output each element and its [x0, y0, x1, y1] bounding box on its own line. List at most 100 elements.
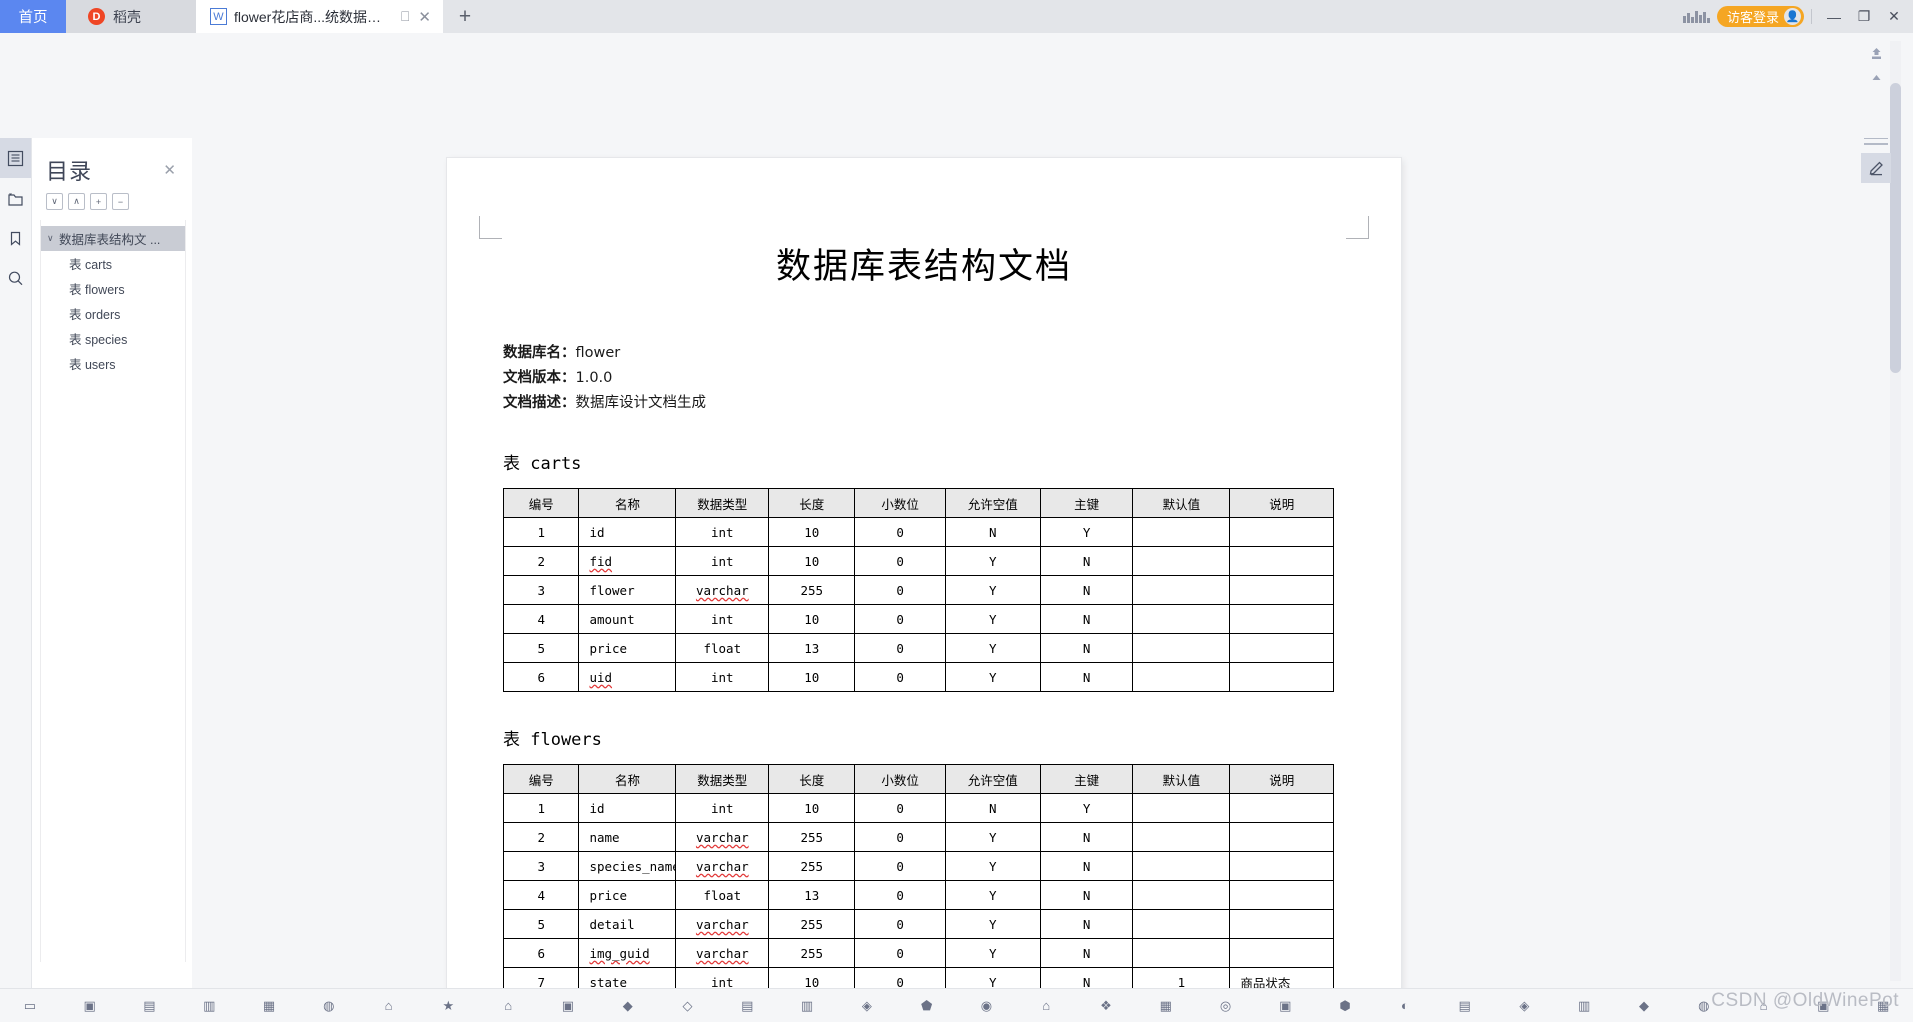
scrollbar-thumb[interactable]: [1890, 83, 1901, 373]
table-cell-no: 7: [502, 967, 580, 988]
table-header-row: 编号 名称 数据类型 长度 小数位 允许空值 主键 默认值 说明: [502, 764, 1334, 794]
search-icon-button[interactable]: [0, 258, 31, 298]
tab-home[interactable]: 首页: [0, 0, 66, 33]
highlighter-pen-button[interactable]: [1861, 152, 1891, 183]
bottom-toolbar-icon[interactable]: ◍: [299, 989, 359, 1022]
bottom-toolbar-icon[interactable]: ▤: [717, 989, 777, 1022]
table-cell-len: 255: [768, 575, 856, 605]
chevron-down-icon[interactable]: ∨: [47, 233, 56, 244]
cell-text: 5: [537, 916, 545, 932]
toc-item[interactable]: 表 carts: [41, 251, 185, 276]
bottom-toolbar-icon[interactable]: ▥: [179, 989, 239, 1022]
expand-all-button[interactable]: +: [90, 193, 107, 210]
bottom-toolbar-icon[interactable]: ▤: [120, 989, 180, 1022]
bookmark-icon-button[interactable]: [0, 218, 31, 258]
guest-login-label: 访客登录: [1726, 10, 1779, 25]
performance-meter-icon[interactable]: [1682, 8, 1711, 25]
cell-text: 0: [896, 524, 904, 540]
bottom-toolbar-icon[interactable]: ◈: [1495, 989, 1555, 1022]
bottom-toolbar-icon[interactable]: ⬢: [1315, 989, 1375, 1022]
bottom-toolbar-icon[interactable]: ▥: [1554, 989, 1614, 1022]
table-cell-no: 5: [502, 909, 580, 939]
new-tab-button[interactable]: +: [443, 0, 487, 33]
bottom-toolbar-icon[interactable]: ▥: [777, 989, 837, 1022]
bottom-toolbar-icon[interactable]: ★: [418, 989, 478, 1022]
toc-item-list[interactable]: ∨ 数据库表结构文 ... 表 carts 表 flowers 表 orders 表 sp…: [40, 220, 186, 962]
tab-restore-icon[interactable]: ⎕: [401, 8, 409, 25]
cell-text: N: [1082, 553, 1091, 569]
table-cell-type: int: [675, 517, 770, 547]
cell-text: int: [711, 974, 734, 989]
bottom-toolbar-icon[interactable]: ▭: [0, 989, 60, 1022]
table-cell-null: N: [944, 793, 1041, 823]
bottom-toolbar-icon[interactable]: ▤: [1435, 989, 1495, 1022]
maximize-button[interactable]: ❐: [1849, 0, 1879, 33]
bottom-toolbar-icon[interactable]: ▣: [1255, 989, 1315, 1022]
table-cell-pk: N: [1039, 546, 1134, 576]
cell-text: 1: [537, 524, 545, 540]
toc-close-icon[interactable]: ✕: [159, 159, 180, 181]
cell-text: Y: [989, 974, 997, 989]
toc-item[interactable]: 表 orders: [41, 301, 185, 326]
bottom-toolbar-icon[interactable]: ◈: [837, 989, 897, 1022]
cell-text: int: [711, 524, 734, 540]
bottom-toolbar-icon[interactable]: ◆: [598, 989, 658, 1022]
tab-docer[interactable]: D 稻壳: [66, 0, 196, 33]
table-row: 5 price float 13 0 Y N: [502, 633, 1334, 663]
collapse-down-button[interactable]: ∨: [46, 193, 63, 210]
toc-icon: [7, 150, 24, 166]
toc-item[interactable]: 表 species: [41, 326, 185, 351]
scroll-to-top-icon[interactable]: [1869, 47, 1884, 60]
bottom-toolbar-icon[interactable]: ◆: [1614, 989, 1674, 1022]
scroll-up-icon[interactable]: [1869, 72, 1884, 85]
cell-text: 10: [804, 524, 820, 540]
close-window-button[interactable]: ✕: [1879, 0, 1909, 33]
toc-icon-button[interactable]: [0, 138, 31, 178]
cell-text: varchar: [695, 582, 749, 598]
tab-document-1[interactable]: W flower花店商...统数据库文档1.1 ⎕ ✕: [196, 0, 443, 33]
bottom-toolbar-icon[interactable]: ◐: [1375, 989, 1435, 1022]
cell-text: 1: [537, 800, 545, 816]
bottom-toolbar-icon[interactable]: ⬟: [897, 989, 957, 1022]
tab-close-icon[interactable]: ✕: [416, 8, 433, 26]
bookmark-icon: [10, 231, 21, 246]
bottom-toolbar-icon[interactable]: ▣: [538, 989, 598, 1022]
collapse-up-button[interactable]: ∧: [68, 193, 85, 210]
bottom-toolbar-icon[interactable]: ⌂: [359, 989, 419, 1022]
collapse-all-button[interactable]: −: [112, 193, 129, 210]
table-cell-dec: 0: [854, 938, 946, 968]
table-cell-len: 10: [768, 546, 856, 576]
table-column-header: 默认值: [1132, 764, 1231, 794]
document-canvas[interactable]: 数据库表结构文档 数据库名：flower 文档版本：1.0.0 文档描述：数据库设计…: [193, 33, 1860, 988]
bottom-toolbar-icon[interactable]: ◇: [658, 989, 718, 1022]
table-cell-len: 10: [768, 517, 856, 547]
bottom-toolbar-icon[interactable]: ❖: [1076, 989, 1136, 1022]
toc-item[interactable]: 表 flowers: [41, 276, 185, 301]
table-cell-type: int: [675, 604, 770, 634]
bottom-toolbar-icon[interactable]: ⌂: [1016, 989, 1076, 1022]
table-cell-name: amount: [578, 604, 677, 634]
vertical-scrollbar[interactable]: [1890, 41, 1901, 981]
bottom-toolbar-icon[interactable]: ▣: [60, 989, 120, 1022]
toc-item[interactable]: 表 users: [41, 351, 185, 376]
folder-icon: [8, 193, 23, 206]
cell-text: int: [711, 553, 734, 569]
bottom-toolbar-icon[interactable]: ◎: [1196, 989, 1256, 1022]
bottom-toolbar-icon[interactable]: ▦: [1136, 989, 1196, 1022]
cell-text: Y: [989, 640, 997, 656]
document-meta-line: 文档描述：数据库设计文档生成: [503, 391, 1345, 416]
toc-item[interactable]: ∨ 数据库表结构文 ...: [41, 226, 185, 251]
bottom-toolbar-icon[interactable]: ⌂: [478, 989, 538, 1022]
cell-text: N: [1082, 669, 1091, 685]
document-meta-label: 文档描述：: [503, 395, 576, 411]
table-cell-name: flower: [578, 575, 677, 605]
folder-icon-button[interactable]: [0, 178, 31, 218]
bottom-toolbar-icon[interactable]: ◉: [957, 989, 1017, 1022]
cell-text: N: [1082, 640, 1091, 656]
cell-text: 255: [800, 858, 824, 874]
minimize-button[interactable]: —: [1819, 0, 1849, 33]
guest-login-button[interactable]: 访客登录 👤: [1716, 6, 1804, 27]
cell-text: N: [989, 524, 997, 540]
bottom-toolbar-icon[interactable]: ▦: [239, 989, 299, 1022]
maximize-icon: ❐: [1857, 8, 1871, 24]
